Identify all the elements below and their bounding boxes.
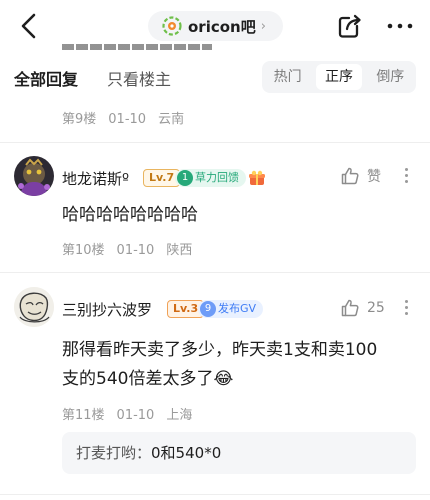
sort-ascending[interactable]: 正序 [316,64,362,90]
honor-tag-label: 发布GV [218,302,257,315]
kebab-menu-icon[interactable] [403,298,409,318]
floor-meta: 第11楼 01-10 上海 [62,404,204,423]
reply-line-2: 支的540倍差太多了😂 [62,365,418,394]
username[interactable]: 地龙诺斯º [62,168,129,189]
reply-line-1: 那得看昨天卖了多少，昨天卖1支和卖100 [62,340,378,360]
post-location: 上海 [166,408,193,423]
cut-off-text [62,38,212,50]
forum-name: oricon吧 [188,17,256,36]
thumbs-up-icon [341,299,359,317]
like-button[interactable]: 25 [340,298,385,318]
floor-number: 第9楼 [62,112,97,127]
honor-tag: 9 发布GV [198,300,264,318]
username[interactable]: 三别抄六波罗 [62,299,152,320]
divider [0,142,430,143]
honor-tag-label: 草力回馈 [195,171,239,184]
laughing-emoji-icon: 😂 [213,369,234,389]
sort-descending[interactable]: 倒序 [368,64,413,90]
gift-icon [249,170,265,185]
post-date: 01-10 [116,408,155,423]
back-arrow-icon[interactable] [14,10,46,42]
thumbs-up-icon [341,167,359,185]
post-location: 陕西 [166,243,193,258]
rank-number: 9 [200,301,216,317]
like-label: 赞 [367,169,381,185]
forum-name-pill[interactable]: oricon吧 › [148,11,283,41]
forum-logo-icon [162,16,182,36]
post-location: 云南 [158,112,185,127]
floor-number: 第10楼 [62,243,105,258]
floor-meta: 第9楼 01-10 云南 [62,108,196,127]
sort-hot[interactable]: 热门 [265,64,310,90]
floor-number: 第11楼 [62,408,105,423]
avatar[interactable] [14,287,54,327]
chevron-right-icon: › [260,18,266,34]
share-icon[interactable] [336,12,364,40]
honor-tag: 1 草力回馈 [175,169,246,187]
like-button[interactable]: 赞 [340,166,381,186]
like-count: 25 [367,300,385,316]
sub-reply-user[interactable]: 打麦打哟： [76,444,151,462]
sort-toggle: 热门 正序 倒序 [262,61,416,93]
reply-content: 那得看昨天卖了多少，昨天卖1支和卖100 支的540倍差太多了😂 [62,336,418,394]
sub-reply-text: 0和540*0 [151,444,222,462]
reply-content: 哈哈哈哈哈哈哈哈 [62,205,198,225]
more-dots-icon[interactable] [384,12,416,40]
divider [0,494,430,495]
kebab-menu-icon[interactable] [403,166,409,186]
reply-line-2-text: 支的540倍差太多了 [62,369,214,389]
tab-all-replies[interactable]: 全部回复 [14,66,78,90]
diamond-icon: 1 [177,170,193,186]
reply-filter-row: 全部回复 只看楼主 热门 正序 倒序 [0,56,430,100]
post-date: 01-10 [108,112,147,127]
tab-host-only[interactable]: 只看楼主 [107,66,171,90]
sub-reply-box[interactable]: 打麦打哟：0和540*0 [62,432,416,474]
post-date: 01-10 [116,243,155,258]
floor-meta: 第10楼 01-10 陕西 [62,239,204,258]
avatar[interactable] [14,156,54,196]
divider [0,272,430,273]
